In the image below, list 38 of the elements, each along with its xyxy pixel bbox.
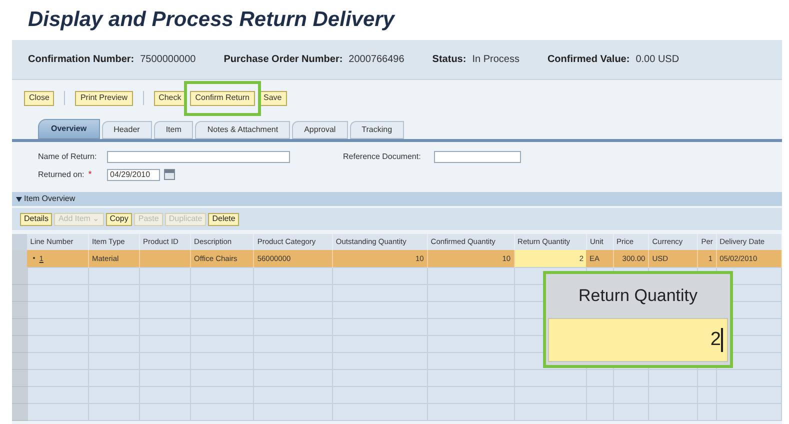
date-field[interactable]: 04/29/2010 [107,168,160,180]
field-label: Returned on: [38,168,84,180]
toolbar-button[interactable]: Copy [106,212,132,226]
tab[interactable]: Notes & Attachment [195,121,290,139]
field-label: Reference Document: [343,150,422,162]
field-value: 7500000000 [140,53,196,67]
field-value: 0.00 USD [636,53,680,67]
toolbar-button[interactable]: Print Preview [75,90,133,106]
field-label: Purchase Order Number: [224,53,343,67]
bullet-icon [33,257,36,260]
callout-field[interactable]: 2 [548,318,728,362]
page-title: Display and Process Return Delivery [28,7,394,34]
tab[interactable]: Item [154,121,194,139]
section-title: Item Overview [24,193,76,205]
toolbar-button[interactable]: Delete [208,212,240,226]
tab[interactable]: Header [102,121,152,139]
field-value: In Process [472,53,520,67]
field-label: Name of Return: [38,150,98,162]
field-value: 2000766496 [348,53,404,67]
callout-label: Return Quantity [577,285,699,308]
field-label: Confirmed Value: [547,53,630,67]
section-bar[interactable]: Item Overview [12,192,782,206]
field-label: Confirmation Number: [28,53,134,67]
toolbar-button[interactable]: Details [20,212,52,226]
tab[interactable]: Approval [292,121,348,139]
field-label: Status: [432,53,466,67]
reference-document-field[interactable] [434,150,521,162]
name-of-return-field[interactable] [107,150,290,162]
calendar-icon[interactable] [164,169,175,180]
callout-value: 2 [710,328,721,352]
expand-icon[interactable] [16,196,22,202]
tab[interactable]: Tracking [350,121,404,139]
toolbar-button[interactable]: Confirm Return [190,90,255,106]
text-cursor-icon [721,328,723,352]
required-mark: * [88,168,92,181]
toolbar-button[interactable]: Check [154,90,186,106]
toolbar-button[interactable]: Close [24,90,54,106]
tab[interactable]: Overview [38,119,100,139]
